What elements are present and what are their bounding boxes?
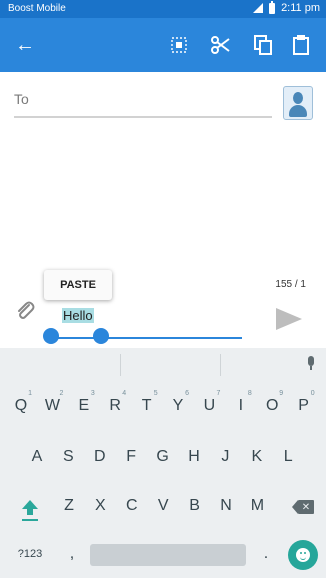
suggestion-bar bbox=[0, 348, 326, 382]
to-field-label[interactable]: To bbox=[14, 91, 29, 107]
key-y[interactable]: Y6 bbox=[164, 388, 192, 424]
key-a[interactable]: A bbox=[23, 439, 51, 475]
key-b[interactable]: B bbox=[181, 488, 209, 524]
key-number-hint: 3 bbox=[90, 390, 95, 397]
cut-icon[interactable] bbox=[204, 18, 238, 72]
status-icons: 2:11 pm bbox=[253, 0, 320, 14]
send-icon[interactable] bbox=[276, 308, 302, 330]
key-number-hint: 2 bbox=[59, 390, 64, 397]
shift-key[interactable] bbox=[16, 494, 44, 530]
key-number-hint: 4 bbox=[122, 390, 127, 397]
key-x[interactable]: X bbox=[86, 488, 114, 524]
paste-button[interactable]: PASTE bbox=[44, 270, 112, 300]
key-number-hint: 0 bbox=[310, 390, 315, 397]
suggestion-divider bbox=[220, 354, 221, 376]
suggestion-divider bbox=[120, 354, 121, 376]
compose-area bbox=[0, 72, 326, 348]
key-r[interactable]: R4 bbox=[101, 388, 129, 424]
status-bar: Boost Mobile 2:11 pm bbox=[0, 0, 326, 18]
key-m[interactable]: M bbox=[243, 488, 271, 524]
key-number-hint: 7 bbox=[216, 390, 221, 397]
selection-start-handle[interactable] bbox=[43, 328, 59, 344]
message-underline bbox=[44, 337, 242, 339]
key-number-hint: 6 bbox=[185, 390, 189, 397]
comma-key[interactable]: , bbox=[62, 536, 82, 572]
key-d[interactable]: D bbox=[86, 439, 114, 475]
copy-icon[interactable] bbox=[246, 18, 280, 72]
keyboard: ✕ ?123 , . Q1W2E3R4T5Y6U7I8O9P0 ASDFGHJKL… bbox=[0, 348, 326, 578]
key-n[interactable]: N bbox=[212, 488, 240, 524]
key-l[interactable]: L bbox=[274, 439, 302, 475]
key-s[interactable]: S bbox=[54, 439, 82, 475]
key-o[interactable]: O9 bbox=[258, 388, 286, 424]
app-bar: ← bbox=[0, 18, 326, 72]
symbols-key[interactable]: ?123 bbox=[10, 536, 50, 572]
emoji-key[interactable] bbox=[288, 540, 318, 570]
key-i[interactable]: I8 bbox=[227, 388, 255, 424]
attachment-icon[interactable] bbox=[14, 300, 36, 322]
key-z[interactable]: Z bbox=[55, 488, 83, 524]
key-v[interactable]: V bbox=[149, 488, 177, 524]
key-t[interactable]: T5 bbox=[133, 388, 161, 424]
period-key[interactable]: . bbox=[256, 536, 276, 572]
key-p[interactable]: P0 bbox=[290, 388, 318, 424]
character-counter: 155 / 1 bbox=[275, 279, 306, 290]
key-number-hint: 8 bbox=[247, 390, 252, 397]
key-j[interactable]: J bbox=[211, 439, 239, 475]
key-number-hint: 9 bbox=[279, 390, 284, 397]
selection-end-handle[interactable] bbox=[93, 328, 109, 344]
key-u[interactable]: U7 bbox=[195, 388, 223, 424]
key-q[interactable]: Q1 bbox=[7, 388, 35, 424]
battery-icon bbox=[269, 0, 276, 14]
key-e[interactable]: E3 bbox=[70, 388, 98, 424]
key-number-hint: 1 bbox=[28, 390, 32, 397]
carrier-name: Boost Mobile bbox=[8, 3, 66, 14]
key-w[interactable]: W2 bbox=[38, 388, 66, 424]
key-h[interactable]: H bbox=[180, 439, 208, 475]
paste-icon[interactable] bbox=[284, 18, 318, 72]
message-input[interactable]: Hello bbox=[62, 308, 94, 323]
microphone-icon[interactable] bbox=[306, 356, 316, 370]
key-g[interactable]: G bbox=[149, 439, 177, 475]
key-f[interactable]: F bbox=[117, 439, 145, 475]
space-key[interactable] bbox=[90, 544, 246, 566]
key-number-hint: 5 bbox=[153, 390, 158, 397]
signal-icon bbox=[253, 3, 264, 13]
delete-key[interactable]: ✕ bbox=[292, 499, 316, 515]
select-all-icon[interactable] bbox=[162, 18, 196, 72]
key-k[interactable]: K bbox=[243, 439, 271, 475]
key-c[interactable]: C bbox=[118, 488, 146, 524]
smiley-icon bbox=[296, 548, 310, 562]
back-arrow-icon[interactable]: ← bbox=[8, 18, 42, 72]
contact-picker-icon[interactable] bbox=[283, 86, 313, 120]
clock: 2:11 pm bbox=[281, 2, 320, 14]
to-field-underline bbox=[14, 116, 272, 118]
